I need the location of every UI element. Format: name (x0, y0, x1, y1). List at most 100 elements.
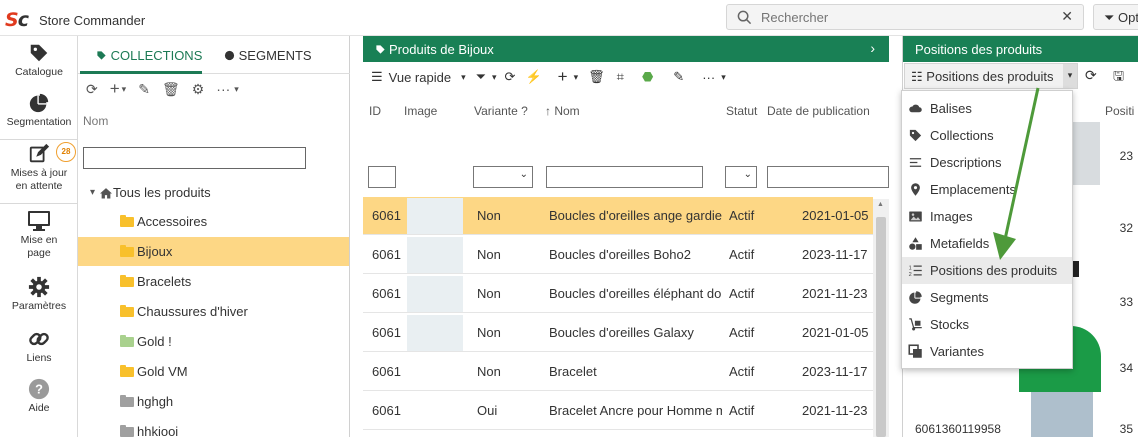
product-variant-cell: Oui (477, 403, 498, 418)
more-dropdown-icon[interactable]: ▾ (234, 84, 239, 95)
tag-icon (376, 44, 385, 54)
scrollbar-thumb[interactable] (876, 217, 886, 437)
products-scrollbar[interactable]: ▲ (873, 199, 889, 437)
search-box[interactable]: ✕ (726, 4, 1084, 30)
view-selector[interactable]: Vue rapide (389, 70, 451, 85)
tree-item[interactable]: Bracelets (78, 267, 349, 296)
rail-segmentation[interactable]: Segmentation (0, 92, 78, 129)
status-filter-select[interactable]: ⌄ (725, 166, 757, 188)
tree-item-label: Bijoux (137, 244, 173, 259)
more-icon[interactable]: ··· (702, 70, 715, 85)
tree-root[interactable]: ▾ Tous les produits (78, 178, 349, 207)
settings-locked-icon[interactable]: ⚙ (192, 81, 205, 98)
products-panel: Produits de Bijoux › ☰ Vue rapide ▾ ⏷ ▾ … (363, 36, 889, 437)
rail-links[interactable]: Liens (0, 328, 78, 365)
column-publication-date[interactable]: Date de publication (767, 104, 870, 118)
clear-search-icon[interactable]: ✕ (1061, 8, 1073, 25)
filter-icon[interactable]: ⏷ (476, 69, 486, 85)
dropdown-item-label: Variantes (930, 344, 984, 359)
app-logo[interactable]: Sc (5, 9, 29, 31)
dropdown-item-label: Positions des produits (930, 263, 1058, 278)
rail-help[interactable]: ? Aide (0, 378, 78, 415)
sort-arrow-icon: ↑ (545, 104, 551, 118)
rail-catalogue[interactable]: Catalogue (0, 42, 78, 79)
tags-locked-icon[interactable]: ⌗ (617, 69, 624, 85)
dropdown-item[interactable]: Stocks (902, 311, 1072, 338)
trash-icon[interactable]: 🗑 (162, 81, 180, 98)
rail-layout[interactable]: Mise en page (0, 210, 78, 260)
product-thumbnail[interactable] (407, 198, 463, 234)
pie-chart-icon (29, 93, 49, 113)
options-button[interactable]: ⏷ Opt (1093, 4, 1138, 30)
more-icon[interactable]: ··· (216, 81, 230, 97)
product-thumbnail[interactable] (407, 315, 463, 351)
column-name[interactable]: ↑ Nom (545, 104, 580, 118)
product-thumbnail[interactable] (407, 354, 463, 390)
search-input[interactable] (761, 8, 1051, 26)
tab-collections[interactable]: COLLECTIONS (96, 48, 202, 63)
product-thumbnail[interactable] (407, 393, 463, 429)
product-row[interactable]: 6061 Non Boucles d'oreilles ange gardien Ac… (363, 197, 873, 235)
add-dropdown-icon[interactable]: ▾ (122, 84, 127, 95)
view-dropdown-icon[interactable]: ▾ (461, 72, 466, 83)
app-title: Store Commander (39, 13, 146, 28)
tree-item[interactable]: Accessoires (78, 207, 349, 236)
tree-item-label: Gold ! (137, 334, 172, 349)
product-row[interactable]: 6061 Non Bracelet Actif 2023-11-17 (363, 353, 873, 391)
product-row[interactable]: 6061 Non Boucles d'oreilles Galaxy Actif 202… (363, 314, 873, 352)
add-dropdown-icon[interactable]: ▾ (574, 72, 579, 83)
refresh-icon[interactable]: ⟳ (505, 69, 516, 85)
folder-icon (120, 424, 134, 437)
variant-filter-select[interactable]: ⌄ (473, 166, 533, 188)
scroll-up-icon[interactable]: ▲ (877, 201, 884, 208)
date-filter[interactable] (767, 166, 889, 188)
cloud-icon (909, 104, 922, 113)
tree-item[interactable]: Gold ! (78, 327, 349, 356)
edit-locked-icon[interactable]: ✎ (138, 81, 150, 98)
product-name-cell: Boucles d'oreilles ange gardien (549, 208, 722, 223)
chevron-down-icon[interactable]: ▾ (1063, 64, 1077, 88)
rail-settings[interactable]: Paramètres (0, 276, 78, 313)
product-thumbnail[interactable] (407, 276, 463, 312)
chevron-right-icon[interactable]: › (870, 40, 875, 56)
column-id[interactable]: ID (369, 104, 381, 118)
tree-item[interactable]: Bijoux (78, 237, 349, 266)
save-icon[interactable]: 🖫 (1113, 67, 1124, 89)
shopify-export-icon[interactable]: ⬣ (642, 69, 653, 85)
product-row[interactable]: 6061 Oui Bracelet Ancre pour Homme m Actif 2… (363, 392, 873, 430)
column-image[interactable]: Image (404, 104, 437, 118)
column-variant[interactable]: Variante ? (474, 104, 528, 118)
tree-item[interactable]: Chaussures d'hiver (78, 297, 349, 326)
svg-text:2: 2 (909, 272, 912, 278)
product-row[interactable]: 6061 Non Boucles d'oreilles éléphant doré A… (363, 275, 873, 313)
name-filter[interactable] (546, 166, 703, 188)
product-thumbnail[interactable] (407, 237, 463, 273)
tree-item[interactable]: hhkiooi (78, 417, 349, 446)
collection-name-filter[interactable] (83, 147, 306, 169)
tree-item[interactable]: Gold VM (78, 357, 349, 386)
filter-dropdown-icon[interactable]: ▾ (492, 72, 497, 83)
add-icon[interactable]: + (558, 67, 568, 87)
rail-segmentation-label: Segmentation (6, 116, 72, 128)
id-filter[interactable] (368, 166, 396, 188)
tab-collections-label: COLLECTIONS (110, 48, 203, 63)
add-icon[interactable]: + (110, 79, 120, 99)
refresh-icon[interactable]: ⟳ (1085, 67, 1097, 84)
more-dropdown-icon[interactable]: ▾ (721, 72, 726, 83)
dropdown-item[interactable]: Segments (902, 284, 1072, 311)
help-icon: ? (28, 378, 50, 400)
trash-icon[interactable]: 🗑 (588, 69, 605, 85)
column-status[interactable]: Statut (726, 104, 757, 118)
edit-locked-icon[interactable]: ✎ (673, 69, 684, 85)
position-row[interactable]: 6061360119958 35 (903, 422, 1138, 438)
product-row[interactable]: 6061 Non Boucles d'oreilles Boho2 Actif 2023… (363, 236, 873, 274)
dropdown-item[interactable]: Variantes (902, 338, 1072, 365)
products-header: Produits de Bijoux › (363, 36, 889, 62)
product-variant-cell: Non (477, 208, 501, 223)
dolly-icon (909, 318, 922, 331)
column-position[interactable]: Positi (1105, 104, 1134, 118)
tree-item[interactable]: hghgh (78, 387, 349, 416)
bolt-icon[interactable]: ⚡ (525, 69, 541, 85)
refresh-icon[interactable]: ⟳ (86, 81, 98, 98)
tab-segments[interactable]: SEGMENTS (224, 48, 312, 63)
